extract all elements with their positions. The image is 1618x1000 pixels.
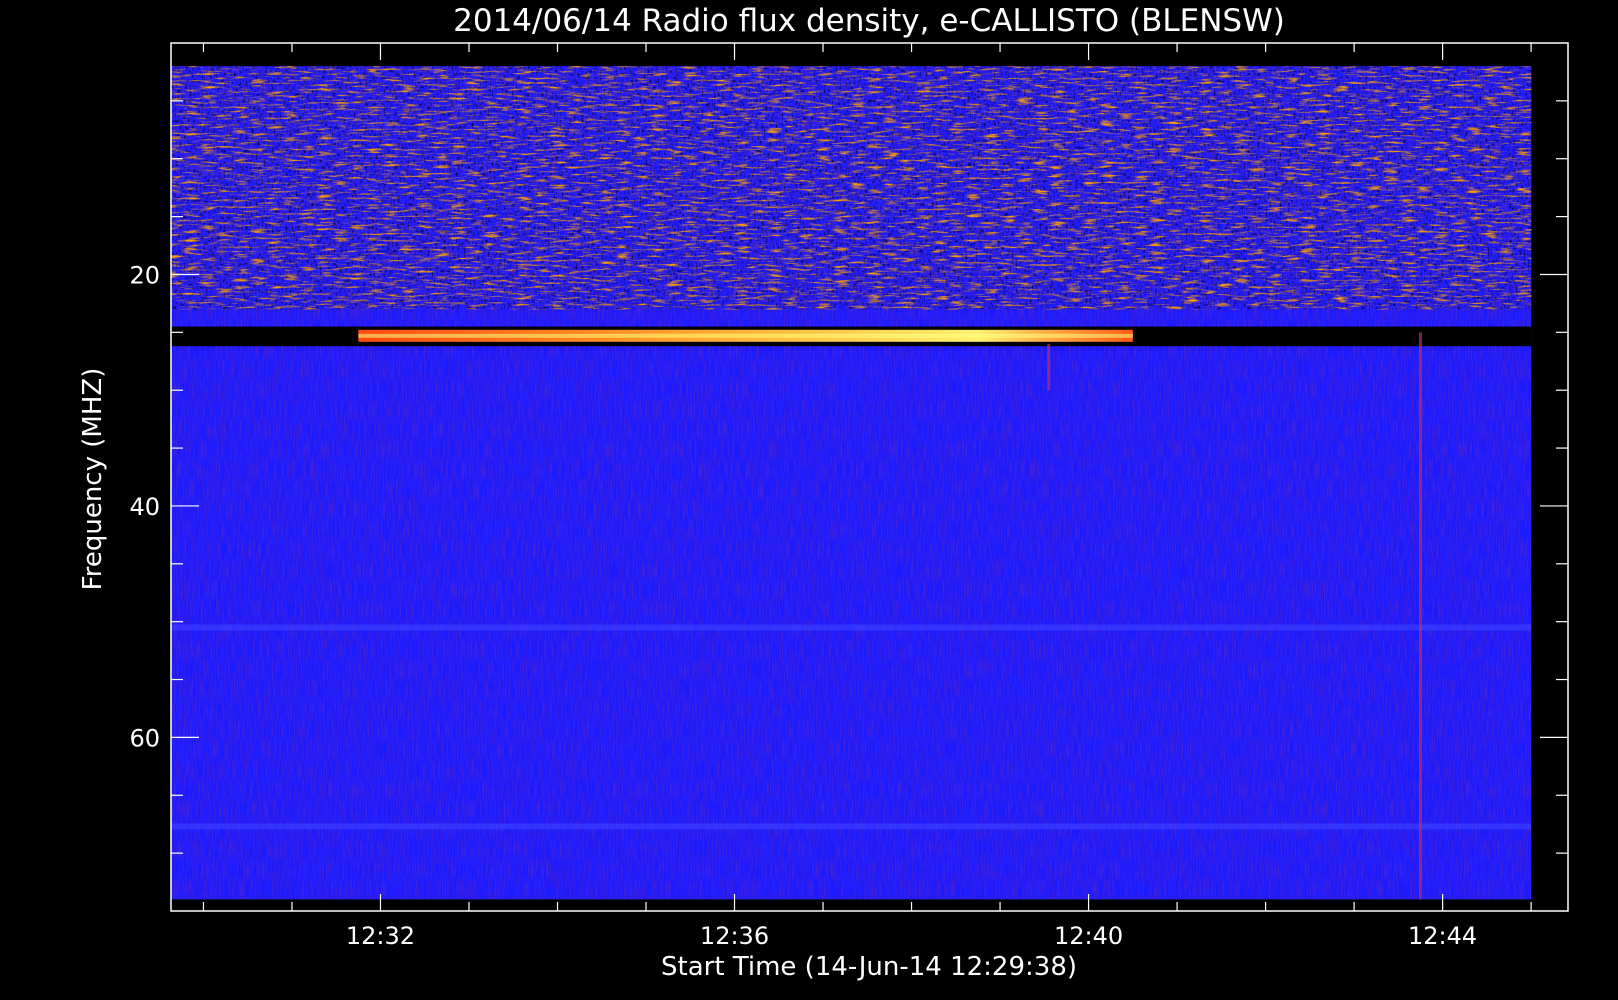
weak-line-3 — [171, 624, 1532, 631]
band-bright-noise-0 — [171, 66, 1532, 310]
y-tick-label: 40 — [129, 493, 160, 521]
y-axis-title: Frequency (MHZ) — [78, 368, 108, 591]
weak-line-4 — [171, 823, 1532, 830]
bright-band-core-2 — [358, 333, 1133, 338]
chart-title: 2014/06/14 Radio flux density, e-CALLIST… — [453, 3, 1285, 39]
x-axis-title: Start Time (14-Jun-14 12:29:38) — [661, 952, 1077, 982]
x-tick-label: 12:40 — [1054, 922, 1123, 950]
x-tick-label: 12:44 — [1408, 922, 1477, 950]
vertical-streak-6 — [1047, 343, 1051, 391]
y-tick-label: 60 — [129, 724, 160, 752]
x-tick-label: 12:36 — [700, 922, 769, 950]
vertical-streak-5 — [1418, 332, 1422, 900]
spectrogram-image — [171, 66, 1532, 900]
spectrogram-chart: 12:32 12:36 12:40 12:44 20 40 60 2014/06/14 R… — [78, 3, 1569, 982]
x-tick-label: 12:32 — [346, 922, 415, 950]
y-tick-label: 20 — [129, 261, 160, 289]
